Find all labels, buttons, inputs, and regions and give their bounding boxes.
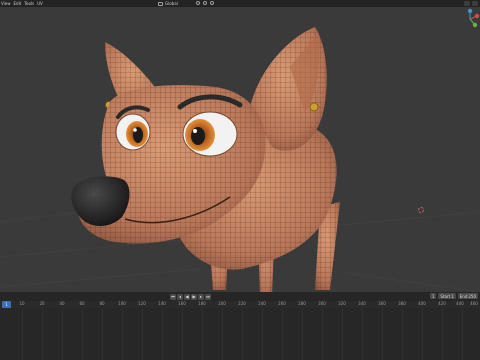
ruler-tick: 240	[258, 301, 266, 306]
ruler-tick: 420	[438, 301, 446, 306]
timeline-ruler[interactable]: 10 20 40 60 80 100 120 140 160 180 200 2…	[0, 301, 480, 308]
ruler-tick: 280	[298, 301, 306, 306]
snap-icon[interactable]	[203, 1, 207, 5]
ruler-tick: 10	[19, 301, 25, 306]
orientation-label: Global	[165, 1, 178, 6]
ruler-tick: 120	[138, 301, 146, 306]
ruler-tick: 340	[358, 301, 366, 306]
start-frame-field[interactable]: Start 1	[438, 293, 456, 299]
shading-buttons	[464, 1, 478, 6]
viewport-header: View Edit Tools UV Global	[0, 0, 480, 7]
transform-orientation[interactable]: Global	[158, 0, 178, 7]
dog-eye-left	[115, 113, 151, 151]
jump-end-icon[interactable]: ⏭	[205, 293, 211, 300]
menu-tools[interactable]: Tools	[24, 0, 34, 7]
menu-view[interactable]: View	[1, 0, 11, 7]
ruler-tick: 200	[218, 301, 226, 306]
ruler-tick: 300	[318, 301, 326, 306]
ruler-tick: 20	[39, 301, 45, 306]
navigation-gizmo	[467, 8, 480, 28]
end-value: 250	[468, 293, 476, 299]
menu-uv[interactable]: UV	[37, 0, 43, 7]
ruler-tick: 100	[118, 301, 126, 306]
menu-edit[interactable]: Edit	[14, 0, 22, 7]
ruler-tick: 400	[418, 301, 426, 306]
current-frame-field[interactable]: 1	[429, 293, 437, 299]
ruler-tick: 360	[378, 301, 386, 306]
timeline-header: ⏮ ◂ ◀ ▶ ▸ ⏭ 1 Start 1 End 250	[0, 292, 480, 301]
dog-eye-right	[182, 111, 238, 157]
pivot-icon[interactable]	[196, 1, 200, 5]
end-frame-field[interactable]: End 250	[457, 293, 478, 299]
end-label: End	[459, 293, 468, 299]
current-frame-value: 1	[431, 293, 435, 299]
ruler-tick: 440	[456, 301, 464, 306]
ruler-tick: 220	[238, 301, 246, 306]
overlay-toggle-icon[interactable]	[464, 1, 470, 6]
ruler-tick: 80	[99, 301, 105, 306]
ruler-tick: 460	[470, 301, 478, 306]
header-menu: View Edit Tools UV	[0, 0, 43, 7]
prev-key-icon[interactable]: ◂	[177, 293, 183, 300]
3d-cursor-icon[interactable]	[418, 207, 424, 213]
viewport-canvas	[0, 8, 480, 292]
solid-shading-icon[interactable]	[472, 1, 478, 6]
jump-start-icon[interactable]: ⏮	[170, 293, 176, 300]
start-label: Start	[440, 293, 451, 299]
play-icon[interactable]: ▶	[191, 293, 197, 300]
play-reverse-icon[interactable]: ◀	[184, 293, 190, 300]
playhead[interactable]: 1	[2, 301, 11, 308]
ruler-tick: 140	[158, 301, 166, 306]
ruler-tick: 320	[338, 301, 346, 306]
playback-controls: ⏮ ◂ ◀ ▶ ▸ ⏭	[170, 293, 211, 300]
ruler-tick: 160	[178, 301, 186, 306]
ruler-tick: 380	[398, 301, 406, 306]
ruler-tick: 180	[198, 301, 206, 306]
orientation-icon	[158, 1, 163, 6]
ruler-tick: 60	[79, 301, 85, 306]
3d-viewport[interactable]	[0, 7, 480, 292]
start-value: 1	[451, 293, 454, 299]
next-key-icon[interactable]: ▸	[198, 293, 204, 300]
frame-range: 1 Start 1 End 250	[429, 293, 478, 299]
ruler-tick: 260	[278, 301, 286, 306]
proportional-edit-icon[interactable]	[210, 1, 214, 5]
timeline-track-area[interactable]	[0, 308, 480, 360]
snap-tools	[196, 1, 214, 5]
ruler-tick: 40	[59, 301, 65, 306]
